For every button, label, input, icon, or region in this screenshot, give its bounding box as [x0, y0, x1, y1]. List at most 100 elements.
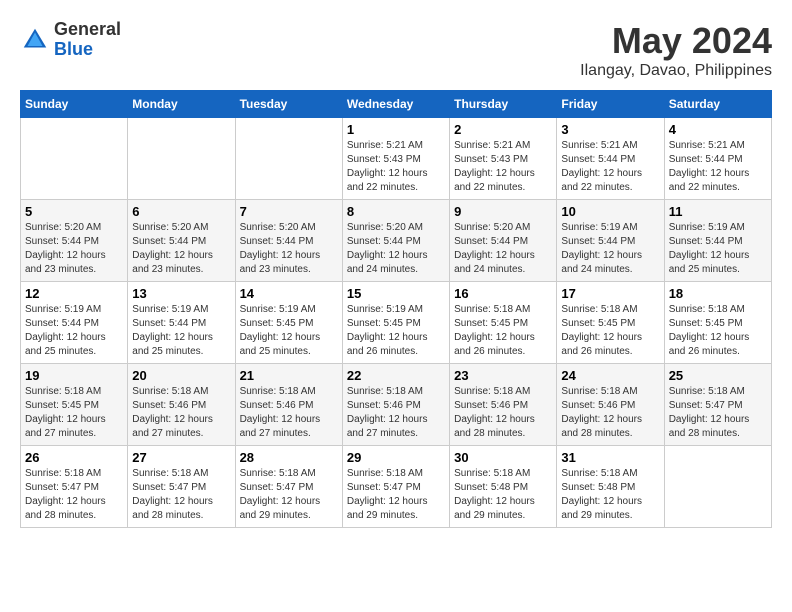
calendar-cell: 12 Sunrise: 5:19 AMSunset: 5:44 PMDayligh… — [21, 282, 128, 364]
calendar-cell: 21 Sunrise: 5:18 AMSunset: 5:46 PMDayligh… — [235, 364, 342, 446]
day-info: Sunrise: 5:18 AMSunset: 5:45 PMDaylight:… — [25, 385, 123, 441]
day-number: 11 — [669, 204, 767, 219]
day-info: Sunrise: 5:19 AMSunset: 5:45 PMDaylight:… — [347, 303, 445, 359]
weekday-header: Sunday — [21, 91, 128, 118]
day-number: 8 — [347, 204, 445, 219]
calendar-cell: 19 Sunrise: 5:18 AMSunset: 5:45 PMDayligh… — [21, 364, 128, 446]
day-info: Sunrise: 5:18 AMSunset: 5:47 PMDaylight:… — [132, 467, 230, 523]
calendar-week-row: 26 Sunrise: 5:18 AMSunset: 5:47 PMDayligh… — [21, 446, 772, 528]
title-block: May 2024 Ilangay, Davao, Philippines — [580, 20, 772, 80]
day-number: 13 — [132, 286, 230, 301]
weekday-header: Wednesday — [342, 91, 449, 118]
day-info: Sunrise: 5:20 AMSunset: 5:44 PMDaylight:… — [132, 221, 230, 277]
page-header: General Blue May 2024 Ilangay, Davao, Ph… — [20, 20, 772, 80]
day-info: Sunrise: 5:18 AMSunset: 5:46 PMDaylight:… — [454, 385, 552, 441]
day-number: 3 — [561, 122, 659, 137]
calendar-cell: 14 Sunrise: 5:19 AMSunset: 5:45 PMDayligh… — [235, 282, 342, 364]
day-info: Sunrise: 5:20 AMSunset: 5:44 PMDaylight:… — [347, 221, 445, 277]
calendar-cell: 27 Sunrise: 5:18 AMSunset: 5:47 PMDayligh… — [128, 446, 235, 528]
day-info: Sunrise: 5:18 AMSunset: 5:47 PMDaylight:… — [669, 385, 767, 441]
calendar-cell: 11Sunrise: 5:19 AMSunset: 5:44 PMDayligh… — [664, 200, 771, 282]
calendar-week-row: 1 Sunrise: 5:21 AMSunset: 5:43 PMDaylight… — [21, 118, 772, 200]
calendar-cell: 8 Sunrise: 5:20 AMSunset: 5:44 PMDaylight… — [342, 200, 449, 282]
day-number: 16 — [454, 286, 552, 301]
weekday-header: Saturday — [664, 91, 771, 118]
day-info: Sunrise: 5:20 AMSunset: 5:44 PMDaylight:… — [240, 221, 338, 277]
day-number: 14 — [240, 286, 338, 301]
calendar-cell: 23 Sunrise: 5:18 AMSunset: 5:46 PMDayligh… — [450, 364, 557, 446]
day-number: 23 — [454, 368, 552, 383]
day-number: 22 — [347, 368, 445, 383]
day-number: 27 — [132, 450, 230, 465]
weekday-header: Tuesday — [235, 91, 342, 118]
day-info: Sunrise: 5:19 AMSunset: 5:44 PMDaylight:… — [561, 221, 659, 277]
day-info: Sunrise: 5:18 AMSunset: 5:45 PMDaylight:… — [561, 303, 659, 359]
day-number: 31 — [561, 450, 659, 465]
day-number: 25 — [669, 368, 767, 383]
calendar-cell: 16 Sunrise: 5:18 AMSunset: 5:45 PMDayligh… — [450, 282, 557, 364]
calendar-cell: 13 Sunrise: 5:19 AMSunset: 5:44 PMDayligh… — [128, 282, 235, 364]
day-number: 15 — [347, 286, 445, 301]
day-info: Sunrise: 5:19 AMSunset: 5:44 PMDaylight:… — [25, 303, 123, 359]
day-number: 18 — [669, 286, 767, 301]
day-info: Sunrise: 5:18 AMSunset: 5:48 PMDaylight:… — [561, 467, 659, 523]
day-number: 9 — [454, 204, 552, 219]
day-number: 21 — [240, 368, 338, 383]
day-number: 30 — [454, 450, 552, 465]
calendar-week-row: 5 Sunrise: 5:20 AMSunset: 5:44 PMDaylight… — [21, 200, 772, 282]
day-info: Sunrise: 5:18 AMSunset: 5:45 PMDaylight:… — [669, 303, 767, 359]
day-number: 6 — [132, 204, 230, 219]
calendar-cell: 4 Sunrise: 5:21 AMSunset: 5:44 PMDaylight… — [664, 118, 771, 200]
day-info: Sunrise: 5:19 AMSunset: 5:44 PMDaylight:… — [132, 303, 230, 359]
day-number: 5 — [25, 204, 123, 219]
calendar-cell: 26 Sunrise: 5:18 AMSunset: 5:47 PMDayligh… — [21, 446, 128, 528]
day-info: Sunrise: 5:18 AMSunset: 5:46 PMDaylight:… — [240, 385, 338, 441]
day-info: Sunrise: 5:20 AMSunset: 5:44 PMDaylight:… — [25, 221, 123, 277]
day-info: Sunrise: 5:18 AMSunset: 5:45 PMDaylight:… — [454, 303, 552, 359]
calendar-cell: 3Sunrise: 5:21 AMSunset: 5:44 PMDaylight… — [557, 118, 664, 200]
calendar-cell: 30 Sunrise: 5:18 AMSunset: 5:48 PMDayligh… — [450, 446, 557, 528]
day-info: Sunrise: 5:21 AMSunset: 5:44 PMDaylight:… — [669, 139, 767, 195]
day-number: 10 — [561, 204, 659, 219]
calendar-week-row: 19 Sunrise: 5:18 AMSunset: 5:45 PMDayligh… — [21, 364, 772, 446]
calendar-cell: 5 Sunrise: 5:20 AMSunset: 5:44 PMDaylight… — [21, 200, 128, 282]
calendar-cell: 25 Sunrise: 5:18 AMSunset: 5:47 PMDayligh… — [664, 364, 771, 446]
day-info: Sunrise: 5:18 AMSunset: 5:48 PMDaylight:… — [454, 467, 552, 523]
day-number: 24 — [561, 368, 659, 383]
calendar-table: SundayMondayTuesdayWednesdayThursdayFrid… — [20, 90, 772, 528]
month-title: May 2024 — [580, 20, 772, 62]
weekday-row: SundayMondayTuesdayWednesdayThursdayFrid… — [21, 91, 772, 118]
calendar-body: 1 Sunrise: 5:21 AMSunset: 5:43 PMDaylight… — [21, 118, 772, 528]
day-info: Sunrise: 5:21 AMSunset: 5:43 PMDaylight:… — [454, 139, 552, 195]
day-info: Sunrise: 5:18 AMSunset: 5:47 PMDaylight:… — [25, 467, 123, 523]
logo: General Blue — [20, 20, 121, 60]
calendar-cell: 15 Sunrise: 5:19 AMSunset: 5:45 PMDayligh… — [342, 282, 449, 364]
calendar-cell — [128, 118, 235, 200]
day-number: 7 — [240, 204, 338, 219]
calendar-cell: 7 Sunrise: 5:20 AMSunset: 5:44 PMDaylight… — [235, 200, 342, 282]
day-number: 4 — [669, 122, 767, 137]
day-number: 1 — [347, 122, 445, 137]
day-info: Sunrise: 5:18 AMSunset: 5:47 PMDaylight:… — [347, 467, 445, 523]
calendar-week-row: 12 Sunrise: 5:19 AMSunset: 5:44 PMDayligh… — [21, 282, 772, 364]
calendar-cell: 9 Sunrise: 5:20 AMSunset: 5:44 PMDaylight… — [450, 200, 557, 282]
calendar-cell: 10 Sunrise: 5:19 AMSunset: 5:44 PMDayligh… — [557, 200, 664, 282]
calendar-header: SundayMondayTuesdayWednesdayThursdayFrid… — [21, 91, 772, 118]
day-number: 26 — [25, 450, 123, 465]
day-info: Sunrise: 5:21 AMSunset: 5:43 PMDaylight:… — [347, 139, 445, 195]
weekday-header: Thursday — [450, 91, 557, 118]
day-info: Sunrise: 5:18 AMSunset: 5:46 PMDaylight:… — [132, 385, 230, 441]
weekday-header: Friday — [557, 91, 664, 118]
calendar-cell: 29Sunrise: 5:18 AMSunset: 5:47 PMDayligh… — [342, 446, 449, 528]
location-subtitle: Ilangay, Davao, Philippines — [580, 62, 772, 80]
calendar-cell: 6 Sunrise: 5:20 AMSunset: 5:44 PMDaylight… — [128, 200, 235, 282]
day-info: Sunrise: 5:19 AMSunset: 5:45 PMDaylight:… — [240, 303, 338, 359]
day-info: Sunrise: 5:18 AMSunset: 5:46 PMDaylight:… — [561, 385, 659, 441]
logo-icon — [20, 25, 50, 55]
day-number: 12 — [25, 286, 123, 301]
day-number: 19 — [25, 368, 123, 383]
day-info: Sunrise: 5:20 AMSunset: 5:44 PMDaylight:… — [454, 221, 552, 277]
day-number: 28 — [240, 450, 338, 465]
calendar-cell: 1 Sunrise: 5:21 AMSunset: 5:43 PMDaylight… — [342, 118, 449, 200]
day-number: 20 — [132, 368, 230, 383]
